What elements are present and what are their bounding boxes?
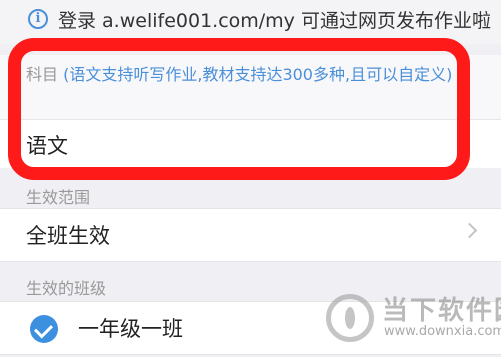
watermark: 当下软件园 www.downxia.com (326, 288, 501, 357)
highlight-box (8, 38, 470, 180)
watermark-url: www.downxia.com (384, 324, 501, 339)
info-icon: i (28, 9, 48, 29)
classes-label: 生效的班级 (26, 279, 107, 298)
scope-value: 全班生效 (26, 224, 110, 248)
watermark-logo-icon (326, 294, 374, 342)
scope-label: 生效范围 (26, 188, 91, 207)
chevron-right-icon (461, 222, 478, 239)
watermark-title: 当下软件园 (382, 296, 501, 326)
scope-row[interactable]: 全班生效 (0, 208, 501, 262)
notice-text: 登录 a.welife001.com/my 可通过网页发布作业啦 (58, 10, 491, 32)
checkmark-icon[interactable] (30, 315, 58, 343)
class-name: 一年级一班 (78, 317, 183, 341)
